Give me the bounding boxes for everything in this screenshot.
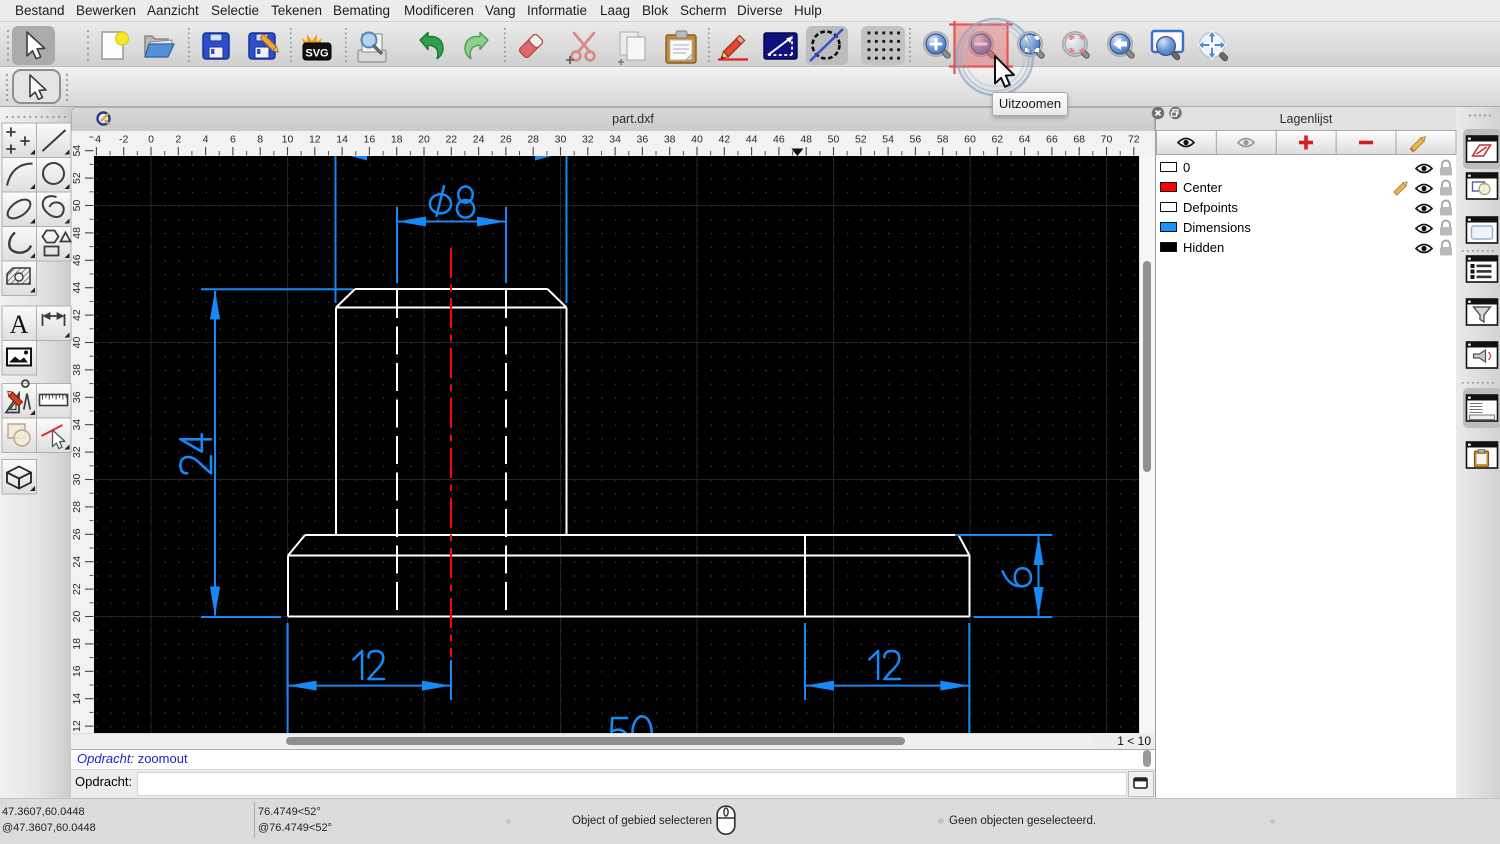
svg-text:34: 34 bbox=[609, 134, 621, 146]
svg-text:4: 4 bbox=[203, 134, 209, 146]
svg-text:46: 46 bbox=[773, 134, 785, 146]
svg-text:52: 52 bbox=[855, 134, 867, 146]
svg-text:30: 30 bbox=[555, 134, 567, 146]
svg-text:52: 52 bbox=[71, 172, 83, 184]
svg-text:38: 38 bbox=[664, 134, 676, 146]
svg-text:30: 30 bbox=[71, 474, 83, 486]
svg-text:66: 66 bbox=[1046, 134, 1058, 146]
svg-text:28: 28 bbox=[71, 501, 83, 513]
svg-text:40: 40 bbox=[71, 337, 83, 349]
svg-text:56: 56 bbox=[910, 134, 922, 146]
svg-text:20: 20 bbox=[418, 134, 430, 146]
svg-text:8: 8 bbox=[257, 134, 263, 146]
svg-text:16: 16 bbox=[71, 665, 83, 677]
svg-text:20: 20 bbox=[71, 611, 83, 623]
svg-text:18: 18 bbox=[71, 638, 83, 650]
svg-text:12: 12 bbox=[309, 134, 321, 146]
svg-text:50: 50 bbox=[71, 200, 83, 212]
svg-text:22: 22 bbox=[445, 134, 457, 146]
svg-text:42: 42 bbox=[718, 134, 730, 146]
svg-text:70: 70 bbox=[1101, 134, 1113, 146]
svg-text:42: 42 bbox=[71, 309, 83, 321]
svg-text:48: 48 bbox=[71, 227, 83, 239]
svg-text:68: 68 bbox=[1073, 134, 1085, 146]
svg-text:6: 6 bbox=[230, 134, 236, 146]
svg-text:24: 24 bbox=[473, 134, 485, 146]
svg-text:40: 40 bbox=[691, 134, 703, 146]
svg-text:14: 14 bbox=[71, 693, 83, 705]
svg-text:-2: -2 bbox=[119, 134, 128, 146]
svg-text:62: 62 bbox=[991, 134, 1003, 146]
svg-text:10: 10 bbox=[282, 134, 294, 146]
svg-text:32: 32 bbox=[582, 134, 594, 146]
svg-text:60: 60 bbox=[964, 134, 976, 146]
svg-text:22: 22 bbox=[71, 583, 83, 595]
svg-text:12: 12 bbox=[71, 720, 83, 732]
svg-text:14: 14 bbox=[336, 134, 348, 146]
svg-text:26: 26 bbox=[71, 528, 83, 540]
svg-text:32: 32 bbox=[71, 446, 83, 458]
svg-text:64: 64 bbox=[1019, 134, 1031, 146]
svg-text:SVG: SVG bbox=[305, 48, 328, 60]
svg-text:2: 2 bbox=[175, 134, 181, 146]
svg-text:16: 16 bbox=[364, 134, 376, 146]
svg-text:44: 44 bbox=[71, 282, 83, 294]
svg-text:72: 72 bbox=[1128, 134, 1140, 146]
svg-text:54: 54 bbox=[882, 134, 894, 146]
svg-text:46: 46 bbox=[71, 254, 83, 266]
svg-text:50: 50 bbox=[828, 134, 840, 146]
svg-text:0: 0 bbox=[148, 134, 154, 146]
svg-text:24: 24 bbox=[71, 556, 83, 568]
svg-text:36: 36 bbox=[637, 134, 649, 146]
svg-text:28: 28 bbox=[527, 134, 539, 146]
svg-text:34: 34 bbox=[71, 419, 83, 431]
svg-text:36: 36 bbox=[71, 391, 83, 403]
svg-text:18: 18 bbox=[391, 134, 403, 146]
svg-text:54: 54 bbox=[71, 145, 83, 157]
svg-text:38: 38 bbox=[71, 364, 83, 376]
svg-text:58: 58 bbox=[937, 134, 949, 146]
svg-text:26: 26 bbox=[500, 134, 512, 146]
svg-text:A: A bbox=[10, 310, 29, 339]
svg-text:44: 44 bbox=[746, 134, 758, 146]
svg-text:48: 48 bbox=[800, 134, 812, 146]
